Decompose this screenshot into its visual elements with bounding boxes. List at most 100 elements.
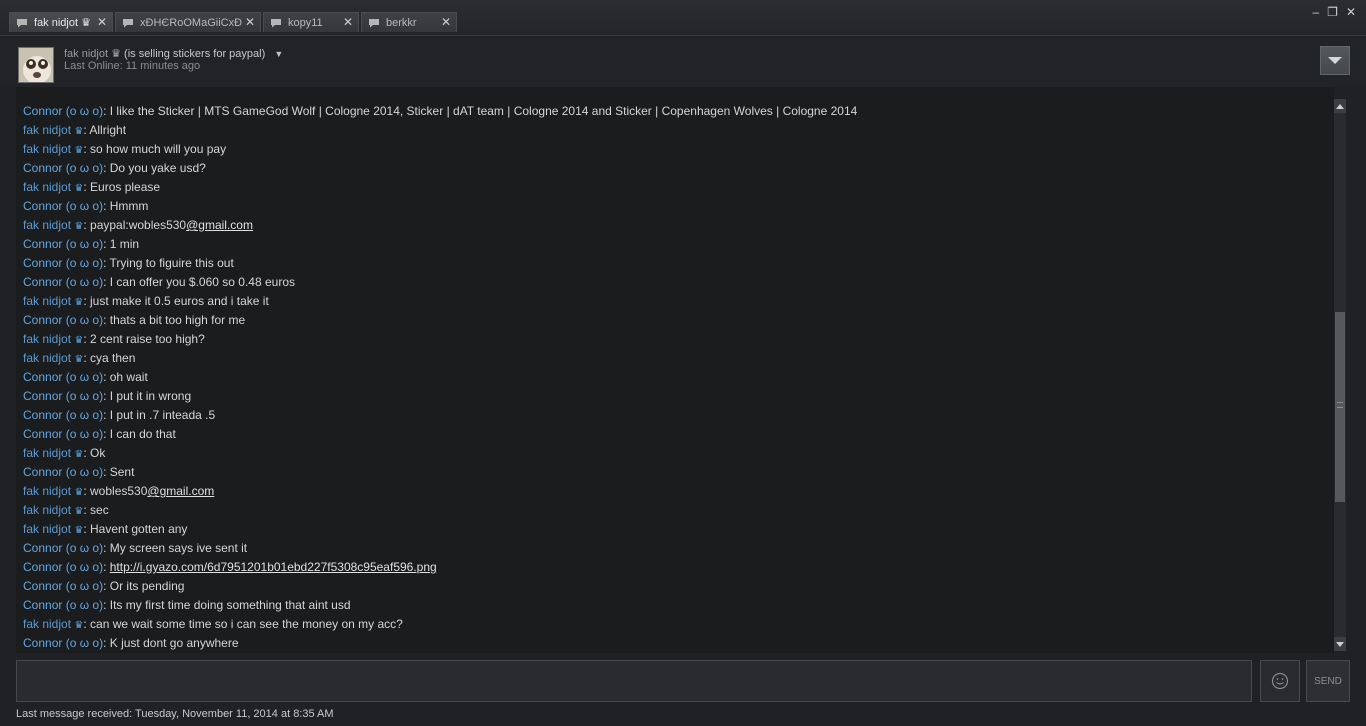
chat-message: fak nidjot ♛: so how much will you pay <box>23 142 227 156</box>
message-text: I can offer you $.060 so 0.48 euros <box>109 275 295 289</box>
chat-bubble-icon <box>123 18 133 27</box>
message-text: so how much will you pay <box>90 142 227 156</box>
message-link[interactable]: @gmail.com <box>186 218 253 232</box>
sender-name[interactable]: fak nidjot <box>23 351 71 365</box>
sender-name[interactable]: Connor (o ω o) <box>23 465 103 479</box>
close-window-icon[interactable]: ✕ <box>1346 5 1356 19</box>
sender-name[interactable]: Connor (o ω o) <box>23 560 103 574</box>
crown-icon: ♛ <box>74 221 84 232</box>
sender-name[interactable]: Connor (o ω o) <box>23 408 103 422</box>
message-text: Or its pending <box>109 579 185 593</box>
chat-message: Connor (o ω o): I can offer you $.060 so… <box>23 275 295 289</box>
message-text: Havent gotten any <box>90 522 188 536</box>
crown-icon: ♛ <box>74 620 84 631</box>
crown-icon: ♛ <box>74 145 84 156</box>
sender-name[interactable]: fak nidjot <box>23 522 71 536</box>
sender-name[interactable]: Connor (o ω o) <box>23 313 103 327</box>
sender-name[interactable]: fak nidjot <box>23 617 71 631</box>
chat-tab[interactable]: xÐHЄRoOMaGiiCxÐ ✕ <box>115 12 261 32</box>
sender-name[interactable]: Connor (o ω o) <box>23 389 103 403</box>
sender-name[interactable]: fak nidjot <box>23 484 71 498</box>
sender-name[interactable]: Connor (o ω o) <box>23 541 103 555</box>
close-icon[interactable]: ✕ <box>441 15 451 29</box>
chat-message: Connor (o ω o): Sent <box>23 465 135 479</box>
avatar-image <box>19 48 53 82</box>
crown-icon: ♛ <box>74 525 84 536</box>
chat-header: fak nidjot ♛ (is selling stickers for pa… <box>0 37 1366 87</box>
sender-name[interactable]: fak nidjot <box>23 218 71 232</box>
friend-name-line: fak nidjot ♛ (is selling stickers for pa… <box>64 47 283 60</box>
sender-name[interactable]: Connor (o ω o) <box>23 579 103 593</box>
send-button[interactable]: SEND <box>1306 660 1350 702</box>
sender-name[interactable]: fak nidjot <box>23 123 71 137</box>
sender-name[interactable]: Connor (o ω o) <box>23 275 103 289</box>
message-link[interactable]: http://i.gyazo.com/6d7951201b01ebd227f53… <box>110 560 437 574</box>
sender-name[interactable]: fak nidjot <box>23 332 71 346</box>
sender-name[interactable]: fak nidjot <box>23 142 71 156</box>
sender-name[interactable]: Connor (o ω o) <box>23 161 103 175</box>
close-icon[interactable]: ✕ <box>245 15 255 29</box>
chat-message: fak nidjot ♛: just make it 0.5 euros and… <box>23 294 269 308</box>
scroll-thumb[interactable] <box>1335 312 1345 502</box>
sender-name[interactable]: Connor (o ω o) <box>23 636 103 650</box>
close-icon[interactable]: ✕ <box>97 15 107 29</box>
message-text: Trying to figuire this out <box>109 256 234 270</box>
chat-message: fak nidjot ♛: sec <box>23 503 109 517</box>
sender-name[interactable]: fak nidjot <box>23 294 71 308</box>
chat-tab[interactable]: kopy11 ✕ <box>263 12 359 32</box>
message-text: I put it in wrong <box>109 389 192 403</box>
sender-name[interactable]: Connor (o ω o) <box>23 598 103 612</box>
friend-name: fak nidjot <box>64 48 109 60</box>
sender-name[interactable]: fak nidjot <box>23 503 71 517</box>
chat-log[interactable]: Connor (o ω o): I like the Sticker | MTS… <box>16 87 1334 653</box>
arrow-down-icon <box>1336 641 1344 647</box>
chat-message: fak nidjot ♛: can we wait some time so i… <box>23 617 403 631</box>
scrollbar[interactable] <box>1334 99 1346 651</box>
chat-message: fak nidjot ♛: wobles530@gmail.com <box>23 484 215 498</box>
chat-tab[interactable]: berkkr ✕ <box>361 12 457 32</box>
tab-list: fak nidjot ♛ ✕ xÐHЄRoOMaGiiCxÐ ✕ kopy11 ✕ berk… <box>9 12 457 32</box>
sender-name[interactable]: Connor (o ω o) <box>23 427 103 441</box>
chat-tab[interactable]: fak nidjot ♛ ✕ <box>9 12 113 32</box>
message-text: My screen says ive sent it <box>109 541 248 555</box>
chat-message: Connor (o ω o): I put in .7 inteada .5 <box>23 408 216 422</box>
caret-down-icon[interactable]: ▼ <box>274 49 283 59</box>
sender-name[interactable]: Connor (o ω o) <box>23 256 103 270</box>
chat-bubble-icon <box>369 18 379 27</box>
last-message-received: Last message received: Tuesday, November… <box>16 708 334 720</box>
minimize-icon[interactable]: – <box>1312 5 1319 19</box>
sender-name[interactable]: Connor (o ω o) <box>23 199 103 213</box>
scroll-up-button[interactable] <box>1334 99 1346 113</box>
scroll-down-button[interactable] <box>1334 637 1346 651</box>
message-text: Hmmm <box>109 199 149 213</box>
chat-message: Connor (o ω o): I can do that <box>23 427 176 441</box>
crown-icon: ♛ <box>111 48 121 60</box>
arrow-up-icon <box>1336 103 1344 109</box>
message-link[interactable]: @gmail.com <box>147 484 214 498</box>
crown-icon: ♛ <box>74 335 84 346</box>
chat-options-button[interactable] <box>1320 46 1350 75</box>
sender-name[interactable]: fak nidjot <box>23 180 71 194</box>
message-text: Euros please <box>90 180 161 194</box>
close-icon[interactable]: ✕ <box>343 15 353 29</box>
avatar[interactable] <box>18 47 54 83</box>
message-text: oh wait <box>109 370 148 384</box>
message-text: 2 cent raise too high? <box>90 332 205 346</box>
message-input[interactable] <box>16 660 1252 702</box>
sender-name[interactable]: Connor (o ω o) <box>23 370 103 384</box>
friend-status: (is selling stickers for paypal) <box>124 48 266 60</box>
tab-bar: fak nidjot ♛ ✕ xÐHЄRoOMaGiiCxÐ ✕ kopy11 ✕ berk… <box>0 0 1366 36</box>
emoticon-button[interactable] <box>1260 660 1300 702</box>
sender-name[interactable]: Connor (o ω o) <box>23 104 103 118</box>
last-online: Last Online: 11 minutes ago <box>64 60 201 72</box>
message-text: Ok <box>90 446 106 460</box>
chat-message: fak nidjot ♛: 2 cent raise too high? <box>23 332 205 346</box>
tab-label: xÐHЄRoOMaGiiCxÐ <box>140 16 243 29</box>
sender-name[interactable]: fak nidjot <box>23 446 71 460</box>
restore-icon[interactable]: ❐ <box>1327 5 1338 19</box>
chat-message: Connor (o ω o): Hmmm <box>23 199 149 213</box>
sender-name[interactable]: Connor (o ω o) <box>23 237 103 251</box>
smiley-icon <box>1271 672 1289 690</box>
tab-label: fak nidjot ♛ <box>34 17 91 29</box>
message-text: sec <box>90 503 109 517</box>
